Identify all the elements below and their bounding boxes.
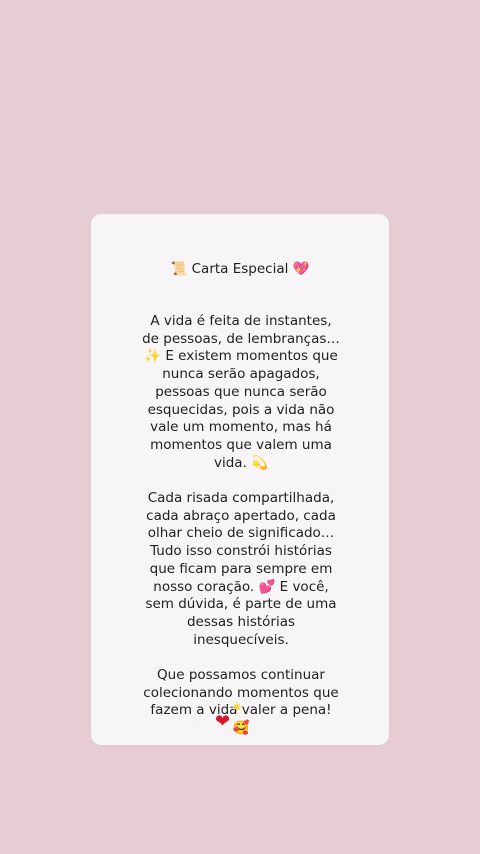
paragraph-2: Cada risada compartilhada, cada abraço a… xyxy=(145,490,337,648)
paragraph-1: A vida é feita de instantes, de pessoas,… xyxy=(142,313,340,471)
card-body: A vida é feita de instantes, de pessoas,… xyxy=(141,313,341,738)
sparkle-icon: ✷ xyxy=(231,700,243,716)
card-title: 📜 Carta Especial 💖 xyxy=(170,261,310,277)
letter-card: 📜 Carta Especial 💖 A vida é feita de ins… xyxy=(91,214,389,745)
heart-sticker: ❤ ✷ xyxy=(215,700,255,734)
username-watermark: @hibiscuscrepe xyxy=(103,713,198,727)
heart-icon: ❤ xyxy=(215,711,231,732)
